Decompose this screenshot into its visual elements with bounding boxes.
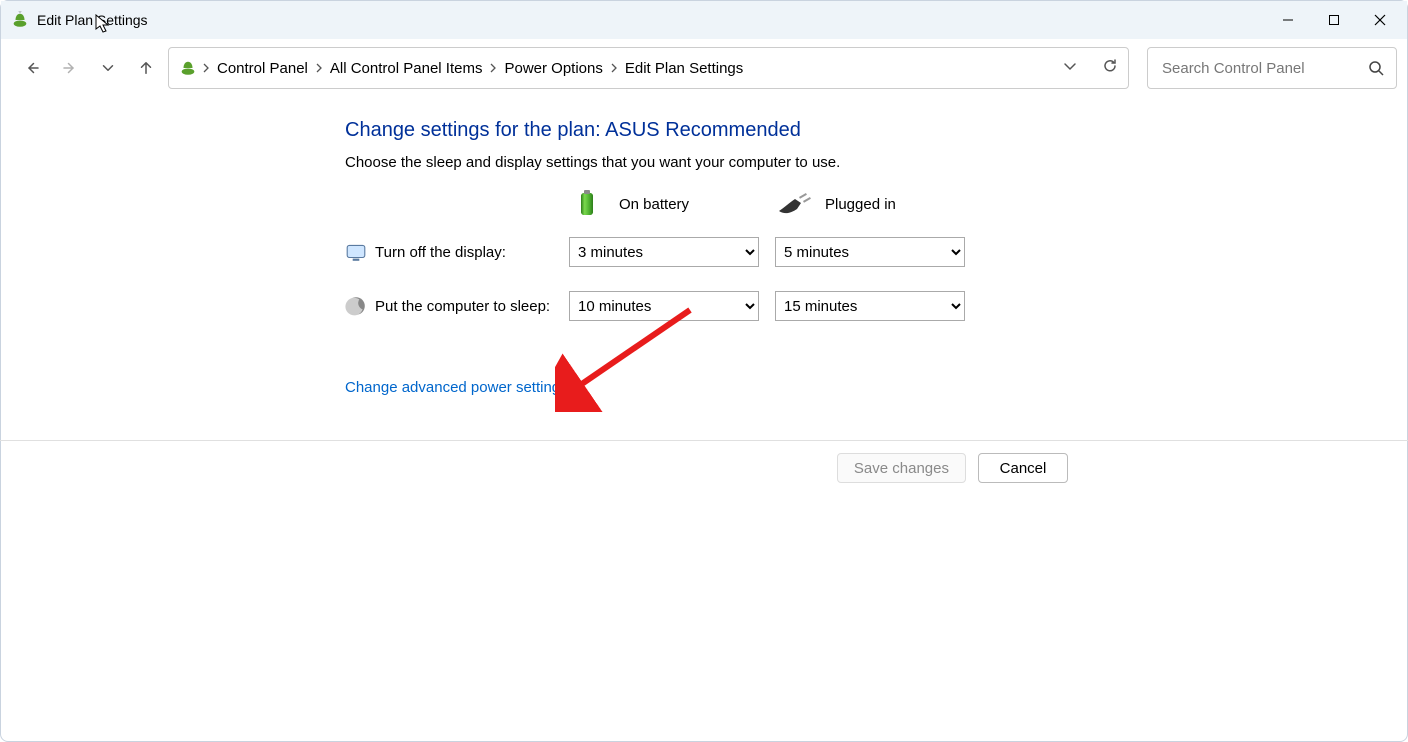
chevron-right-icon [201,63,211,73]
plugged-in-label: Plugged in [825,196,896,213]
sleep-label: Put the computer to sleep: [375,298,569,315]
display-battery-dropdown[interactable]: 3 minutes [569,237,759,267]
breadcrumb[interactable]: Control Panel All Control Panel Items Po… [168,47,1129,89]
cancel-button[interactable]: Cancel [978,453,1068,483]
history-dropdown[interactable] [92,52,124,84]
column-headers: On battery Plugged in [345,189,1407,219]
breadcrumb-item[interactable]: Control Panel [215,56,310,81]
content-area: Change settings for the plan: ASUS Recom… [1,97,1407,396]
footer-buttons: Save changes Cancel [0,440,1408,495]
plugged-in-header: Plugged in [775,189,981,219]
up-button[interactable] [130,52,162,84]
maximize-button[interactable] [1311,4,1357,36]
chevron-right-icon [609,63,619,73]
title-bar: Edit Plan Settings [1,1,1407,39]
minimize-button[interactable] [1265,4,1311,36]
plug-icon [775,189,811,219]
on-battery-header: On battery [569,189,775,219]
chevron-right-icon [314,63,324,73]
address-dropdown[interactable] [1062,58,1078,78]
sleep-battery-dropdown[interactable]: 10 minutes [569,291,759,321]
display-plugged-dropdown[interactable]: 5 minutes [775,237,965,267]
display-icon [345,241,367,263]
battery-icon [569,189,605,219]
sleep-plugged-dropdown[interactable]: 15 minutes [775,291,965,321]
breadcrumb-item[interactable]: All Control Panel Items [328,56,485,81]
search-box[interactable] [1147,47,1397,89]
breadcrumb-item[interactable]: Power Options [502,56,604,81]
navigation-bar: Control Panel All Control Panel Items Po… [1,39,1407,97]
breadcrumb-icon [179,59,197,77]
display-row: Turn off the display: 3 minutes 5 minute… [345,237,1407,267]
display-label: Turn off the display: [375,244,569,261]
close-button[interactable] [1357,4,1403,36]
sleep-icon [345,295,367,317]
search-icon [1368,60,1384,76]
breadcrumb-item[interactable]: Edit Plan Settings [623,56,745,81]
app-icon [11,11,29,29]
refresh-button[interactable] [1102,58,1118,78]
advanced-settings-link[interactable]: Change advanced power settings [345,379,568,396]
save-button[interactable]: Save changes [837,453,966,483]
forward-button[interactable] [54,52,86,84]
window-title: Edit Plan Settings [37,12,148,28]
search-input[interactable] [1160,59,1368,78]
sleep-row: Put the computer to sleep: 10 minutes 15… [345,291,1407,321]
page-description: Choose the sleep and display settings th… [345,154,1407,171]
page-title: Change settings for the plan: ASUS Recom… [345,119,1407,142]
chevron-right-icon [488,63,498,73]
back-button[interactable] [16,52,48,84]
on-battery-label: On battery [619,196,689,213]
